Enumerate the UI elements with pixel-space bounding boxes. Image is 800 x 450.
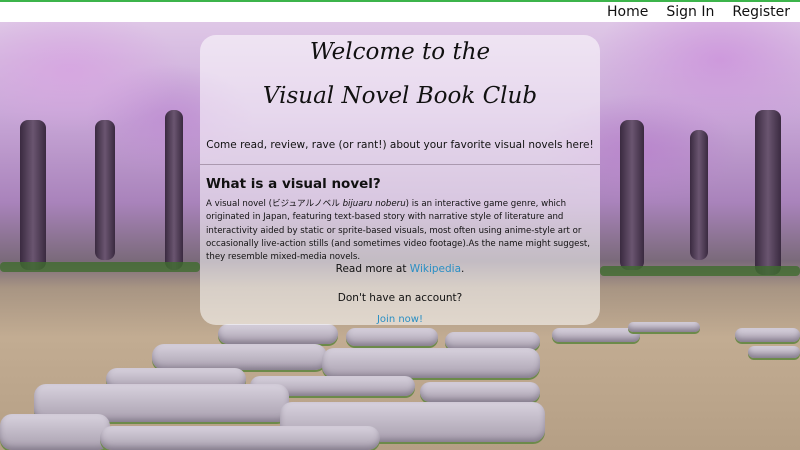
path-stone	[322, 348, 540, 378]
nav-home-link[interactable]: Home	[607, 4, 648, 20]
tree-trunk	[165, 110, 183, 270]
read-more-line: Read more at Wikipedia.	[200, 263, 600, 275]
path-stone	[420, 382, 540, 402]
join-now-line: Join now!	[200, 314, 600, 325]
tree-trunk	[755, 110, 781, 275]
visual-novel-description: A visual novel (ビジュアルノベル bijuaru noberu)…	[206, 198, 596, 264]
page-title-line-1: Welcome to the	[309, 39, 491, 65]
path-stone	[100, 426, 380, 450]
tagline: Come read, review, rave (or rant!) about…	[206, 139, 594, 151]
path-stone	[218, 324, 338, 344]
path-stone	[735, 328, 800, 342]
wikipedia-link[interactable]: Wikipedia	[410, 263, 461, 275]
top-navigation-bar: Home Sign In Register	[0, 0, 800, 22]
read-more-prefix: Read more at	[335, 263, 410, 275]
tree-trunk	[20, 120, 46, 270]
description-prefix: A visual novel (ビジュアルノベル	[206, 199, 343, 209]
grass-strip	[600, 266, 800, 276]
path-stone	[152, 344, 327, 370]
description-romaji: bijuaru noberu	[342, 199, 406, 209]
read-more-suffix: .	[461, 263, 465, 275]
section-divider	[200, 164, 600, 165]
nav-signin-link[interactable]: Sign In	[666, 4, 714, 20]
path-stone	[748, 346, 800, 358]
tree-trunk	[690, 130, 708, 260]
path-stone	[346, 328, 438, 346]
nav-register-link[interactable]: Register	[732, 4, 790, 20]
nav-links: Home Sign In Register	[607, 4, 790, 20]
account-question: Don't have an account?	[337, 292, 463, 304]
tree-trunk	[620, 120, 644, 270]
path-stone	[552, 328, 640, 342]
welcome-panel: Welcome to the Visual Novel Book Club Co…	[200, 35, 600, 325]
path-stone	[0, 414, 110, 450]
visual-novel-heading: What is a visual novel?	[206, 176, 381, 192]
page-title-line-2: Visual Novel Book Club	[262, 83, 538, 109]
tree-trunk	[95, 120, 115, 260]
join-now-link[interactable]: Join now!	[377, 314, 423, 325]
path-stone	[628, 322, 700, 332]
grass-strip	[0, 262, 200, 272]
